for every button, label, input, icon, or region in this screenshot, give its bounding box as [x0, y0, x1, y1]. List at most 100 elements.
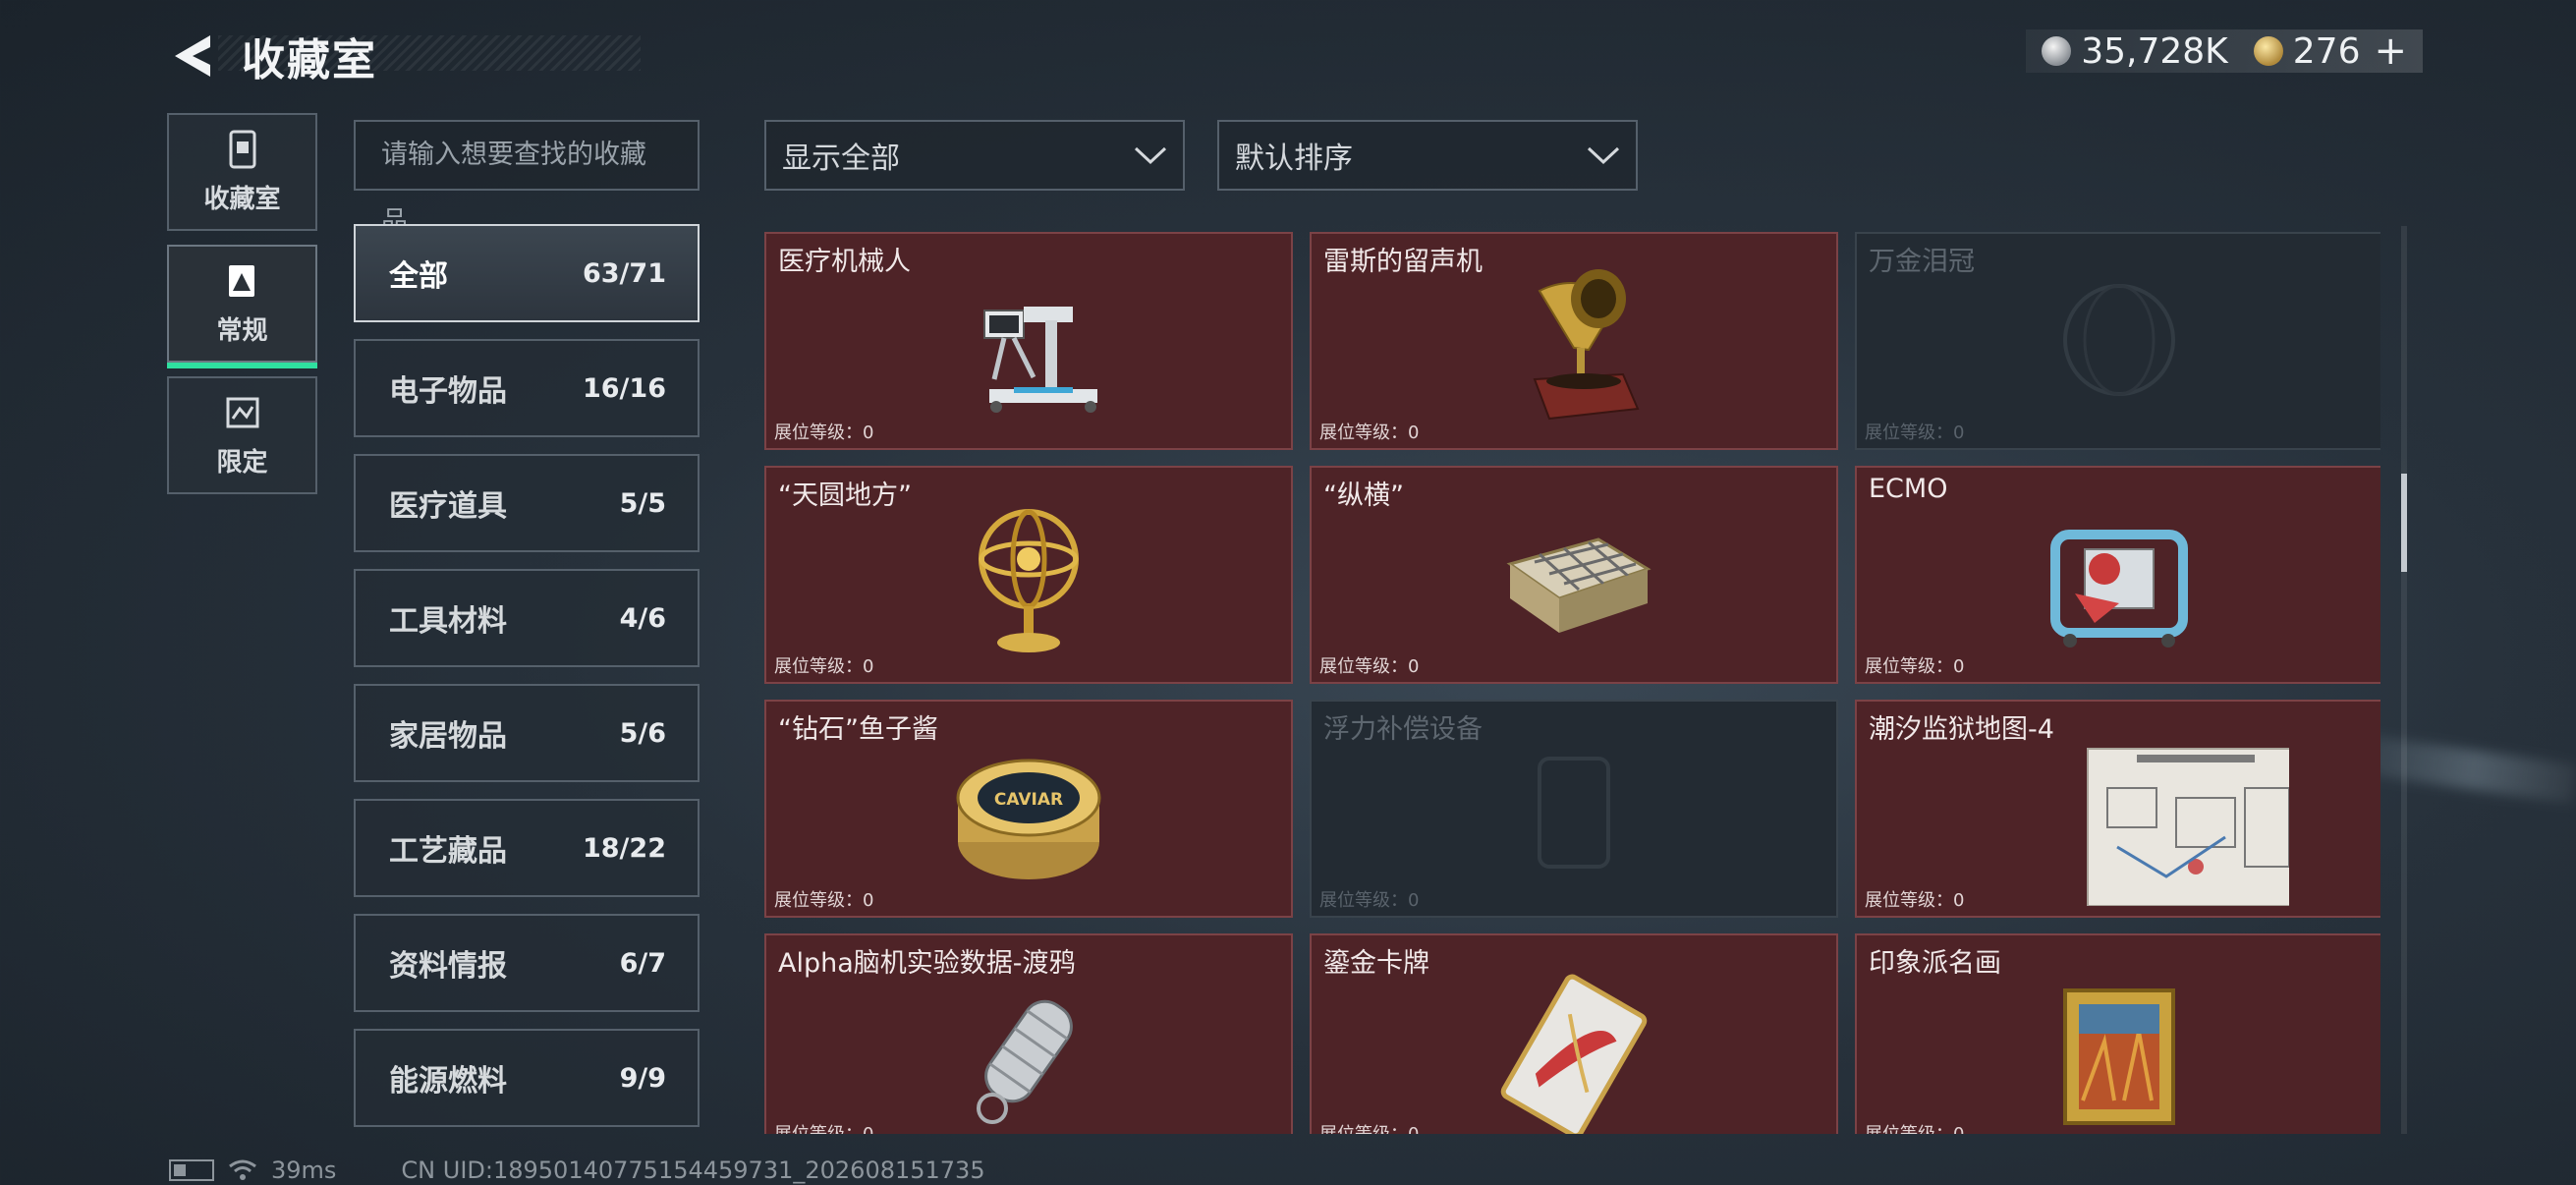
category-household[interactable]: 家居物品 5/6	[354, 684, 700, 782]
item-name: “天圆地方”	[778, 480, 912, 511]
display-level: 展位等级：0	[774, 890, 874, 911]
display-level: 展位等级：0	[1865, 1120, 1964, 1134]
tab-limited[interactable]: 限定	[167, 376, 317, 494]
category-count: 5/5	[619, 487, 666, 519]
tab-label: 收藏室	[203, 184, 281, 214]
framed-painting-icon	[2063, 988, 2175, 1125]
display-level: 展位等级：0	[1319, 1120, 1419, 1134]
display-level: 展位等级：0	[1865, 890, 1965, 911]
gold-amount: 276	[2292, 30, 2361, 72]
category-list: 全部 63/71 电子物品 16/16 医疗道具 5/5 工具材料 4/6 家居…	[354, 224, 700, 1144]
collection-item-card[interactable]: “钻石”鱼子酱 CAVIAR 展位等级：0	[764, 700, 1293, 918]
gilded-card-icon	[1500, 974, 1648, 1134]
display-level: 展位等级：0	[1865, 656, 1965, 677]
collection-item-card[interactable]: 万金泪冠 展位等级：0	[1855, 232, 2380, 450]
armillary-sphere-icon	[979, 509, 1079, 652]
category-tools[interactable]: 工具材料 4/6	[354, 569, 700, 667]
category-name: 工艺藏品	[389, 834, 507, 869]
silver-coin-icon	[2042, 36, 2072, 66]
silver-amount: 35,728K	[2081, 30, 2228, 72]
category-count: 5/6	[619, 717, 666, 749]
regular-icon	[228, 264, 254, 297]
collection-item-card[interactable]: “纵横” 展位等级：0	[1310, 466, 1838, 684]
chess-box-icon	[1506, 537, 1652, 633]
item-name: 鎏金卡牌	[1323, 948, 1429, 979]
category-count: 9/9	[619, 1062, 666, 1094]
add-currency-button[interactable]: +	[2374, 28, 2407, 74]
category-crafts[interactable]: 工艺藏品 18/22	[354, 799, 700, 897]
collection-item-card[interactable]: 浮力补偿设备 展位等级：0	[1310, 700, 1838, 918]
collection-item-card[interactable]: 医疗机械人 展位等级：0	[764, 232, 1293, 450]
item-name: 万金泪冠	[1869, 247, 1975, 277]
silver-currency: 35,728K	[2042, 31, 2228, 72]
ecmo-machine-icon	[2050, 530, 2188, 648]
scrollbar-thumb[interactable]	[2401, 474, 2407, 572]
page-title: 收藏室	[242, 35, 377, 85]
status-footer: 39ms CN UID:18950140775154459731_2026081…	[169, 1156, 985, 1185]
category-name: 资料情报	[389, 949, 507, 984]
page-header: 收藏室	[169, 22, 641, 90]
category-name: 全部	[389, 259, 448, 294]
collection-item-card[interactable]: ECMO 展位等级：0	[1855, 466, 2380, 684]
item-name: 印象派名画	[1869, 948, 2001, 979]
tab-label: 常规	[216, 315, 268, 346]
caviar-tin-icon: CAVIAR	[956, 759, 1101, 879]
category-energy[interactable]: 能源燃料 9/9	[354, 1029, 700, 1127]
tab-regular[interactable]: 常规	[167, 245, 317, 368]
item-name: 浮力补偿设备	[1323, 714, 1483, 745]
category-name: 能源燃料	[389, 1064, 507, 1099]
buoyancy-device-icon	[1538, 757, 1610, 869]
currency-bar: 35,728K 276 +	[2026, 28, 2423, 74]
category-count: 6/7	[619, 947, 666, 979]
back-arrow-icon	[175, 35, 210, 77]
display-level: 展位等级：0	[774, 1120, 873, 1134]
display-level: 展位等级：0	[774, 423, 874, 443]
category-electronics[interactable]: 电子物品 16/16	[354, 339, 700, 437]
display-level: 展位等级：0	[1319, 423, 1420, 443]
tab-label: 限定	[216, 447, 268, 478]
gold-currency: 276 +	[2253, 28, 2407, 74]
category-count: 63/71	[582, 257, 666, 289]
collection-item-card[interactable]: 潮汐监狱地图-4 展位等级：0	[1855, 700, 2380, 918]
category-name: 医疗道具	[389, 489, 507, 524]
chevron-down-icon	[1134, 146, 1167, 165]
category-count: 16/16	[582, 372, 666, 404]
sort-dropdown[interactable]: 默认排序	[1217, 120, 1638, 191]
display-filter-value: 显示全部	[782, 141, 900, 176]
prison-map-icon	[2087, 748, 2290, 906]
mode-tabs: 收藏室 常规 限定	[167, 113, 317, 508]
search-input[interactable]: 请输入想要查找的收藏品	[354, 120, 700, 237]
back-button[interactable]	[169, 28, 216, 84]
category-name: 工具材料	[389, 604, 507, 639]
user-uid: CN UID:18950140775154459731_202608151735	[401, 1157, 985, 1184]
collection-item-card[interactable]: “天圆地方” 展位等级：0	[764, 466, 1293, 684]
caviar-label: CAVIAR	[994, 790, 1063, 810]
tab-collection-room[interactable]: 收藏室	[167, 113, 317, 231]
category-intel[interactable]: 资料情报 6/7	[354, 914, 700, 1012]
display-level: 展位等级：0	[774, 656, 874, 677]
chevron-down-icon	[1587, 146, 1620, 165]
item-name: 潮汐监狱地图-4	[1869, 714, 2054, 745]
display-level: 展位等级：0	[1865, 423, 1965, 443]
data-capsule-icon	[977, 999, 1073, 1124]
collection-grid: 医疗机械人 展位等级：0 雷斯的留声机 展位等级：0 万金泪冠 展位等级：0 “…	[764, 232, 2380, 1134]
collection-room-icon	[229, 130, 255, 168]
sort-value: 默认排序	[1235, 141, 1353, 176]
category-all[interactable]: 全部 63/71	[354, 224, 700, 322]
collection-item-card[interactable]: 雷斯的留声机 展位等级：0	[1310, 232, 1838, 450]
category-name: 电子物品	[389, 374, 507, 409]
gramophone-icon	[1533, 269, 1640, 421]
collection-item-card[interactable]: 印象派名画 展位等级：0	[1855, 933, 2380, 1134]
item-name: “纵横”	[1323, 480, 1404, 511]
display-level: 展位等级：0	[1319, 890, 1420, 911]
collection-item-card[interactable]: 鎏金卡牌 展位等级：0	[1310, 933, 1838, 1134]
display-filter-dropdown[interactable]: 显示全部	[764, 120, 1185, 191]
ping-value: 39ms	[271, 1157, 337, 1184]
medical-robot-icon	[983, 307, 1097, 413]
collection-item-card[interactable]: Alpha脑机实验数据-渡鸦 展位等级：0	[764, 933, 1293, 1134]
category-medical[interactable]: 医疗道具 5/5	[354, 454, 700, 552]
category-count: 4/6	[619, 602, 666, 634]
grid-scrollbar[interactable]	[2401, 226, 2407, 1134]
category-name: 家居物品	[389, 719, 507, 754]
item-name: 雷斯的留声机	[1323, 247, 1483, 277]
